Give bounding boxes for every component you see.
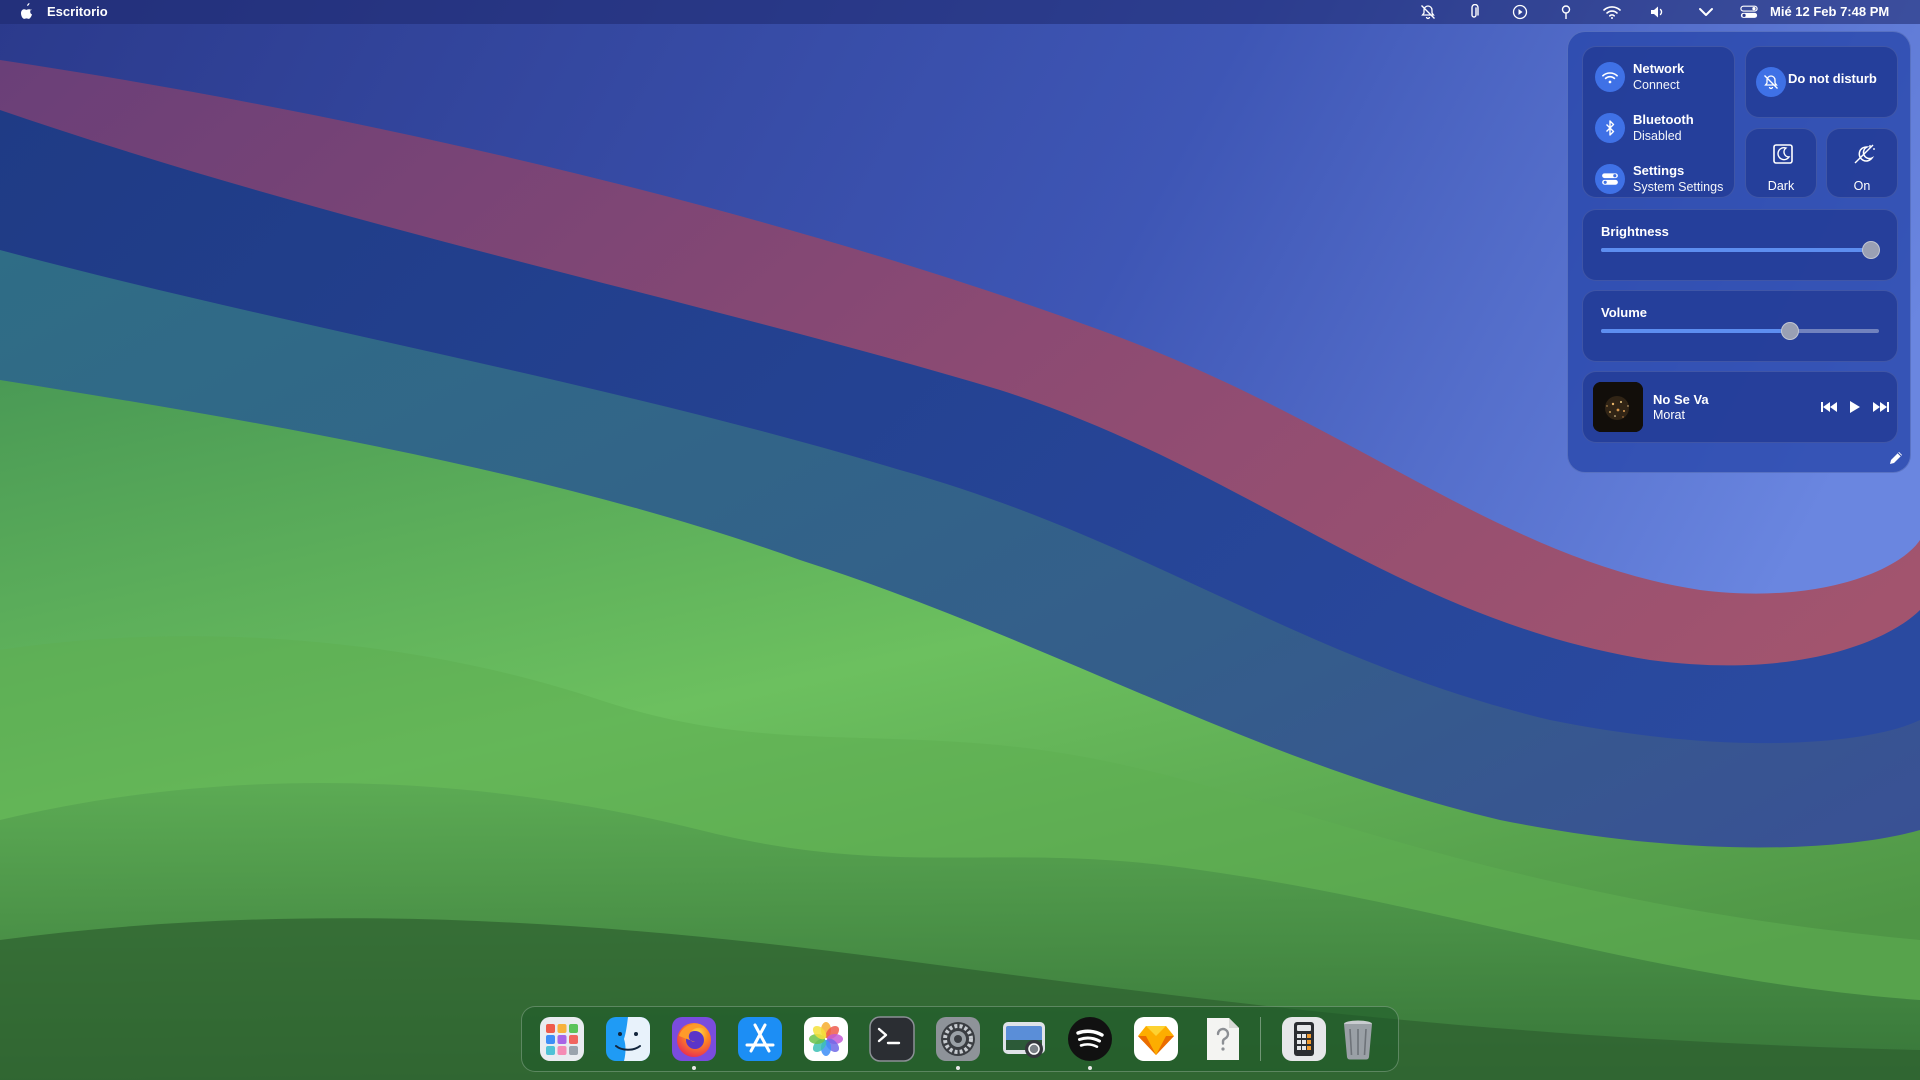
menu-bar-clock[interactable]: Mié 12 Feb 7:48 PM (1770, 4, 1889, 19)
screenshot-icon[interactable] (1001, 1016, 1047, 1062)
dark-mode-icon (1772, 143, 1794, 165)
volume-slider[interactable] (1601, 322, 1879, 340)
paperclip-icon[interactable] (1465, 3, 1483, 21)
menu-bar: Escritorio Mié 12 Feb 7:48 PM (0, 0, 1920, 24)
previous-track-icon[interactable] (1820, 398, 1838, 416)
apple-logo-icon[interactable] (18, 3, 34, 21)
photos-icon[interactable] (803, 1016, 849, 1062)
bluetooth-toggle[interactable]: Bluetooth Disabled (1595, 108, 1745, 148)
settings-shortcut[interactable]: Settings System Settings (1595, 159, 1745, 199)
now-playing-widget: No Se Va Morat (1582, 371, 1898, 443)
connectivity-tile: Network Connect Bluetooth Disabled Setti… (1582, 46, 1735, 198)
network-status: Connect (1633, 78, 1680, 92)
network-title: Network (1633, 61, 1685, 76)
settings-subtitle: System Settings (1633, 180, 1724, 194)
dock (521, 1006, 1399, 1072)
trash-icon[interactable] (1335, 1016, 1381, 1062)
volume-control: Volume (1582, 290, 1898, 362)
volume-slider-fill (1601, 329, 1791, 333)
pencil-icon[interactable] (1888, 450, 1904, 466)
do-not-disturb-toggle[interactable]: Do not disturb (1745, 46, 1898, 118)
bluetooth-title: Bluetooth (1633, 112, 1694, 127)
track-artist: Morat (1653, 408, 1685, 422)
system-settings-running-indicator (956, 1066, 960, 1070)
finder-icon[interactable] (605, 1016, 651, 1062)
location-pin-icon[interactable] (1557, 3, 1575, 21)
terminal-icon[interactable] (869, 1016, 915, 1062)
active-app-name[interactable]: Escritorio (47, 4, 108, 19)
spotify-running-indicator (1088, 1066, 1092, 1070)
bluetooth-icon (1595, 113, 1625, 143)
system-settings-icon[interactable] (935, 1016, 981, 1062)
calculator-icon[interactable] (1281, 1016, 1327, 1062)
bluetooth-status: Disabled (1633, 129, 1682, 143)
brightness-slider[interactable] (1601, 241, 1880, 259)
control-center-panel: Network Connect Bluetooth Disabled Setti… (1567, 31, 1911, 473)
do-not-disturb-label: Do not disturb (1788, 71, 1877, 86)
brightness-slider-knob[interactable] (1861, 241, 1880, 259)
settings-title: Settings (1633, 163, 1685, 178)
dock-separator (1260, 1017, 1261, 1061)
volume-label: Volume (1601, 305, 1647, 320)
desktop: Escritorio Mié 12 Feb 7:48 PM Network Co… (0, 0, 1920, 1080)
brightness-slider-fill (1601, 248, 1871, 252)
night-light-icon (1852, 143, 1876, 165)
volume-slider-knob[interactable] (1781, 322, 1800, 340)
network-toggle[interactable]: Network Connect (1595, 57, 1745, 97)
chevron-down-icon[interactable] (1697, 3, 1715, 21)
night-light-toggle[interactable]: On (1826, 128, 1898, 198)
launchpad-icon[interactable] (539, 1016, 585, 1062)
album-art[interactable] (1593, 382, 1643, 432)
track-title: No Se Va (1653, 392, 1709, 407)
play-circle-icon[interactable] (1511, 3, 1529, 21)
night-light-label: On (1853, 179, 1871, 193)
firefox-running-indicator (692, 1066, 696, 1070)
dark-mode-label: Dark (1767, 179, 1795, 193)
firefox-icon[interactable] (671, 1016, 717, 1062)
sketch-icon[interactable] (1133, 1016, 1179, 1062)
control-center-icon[interactable] (1740, 3, 1758, 21)
toggle-icon (1595, 164, 1625, 194)
wifi-icon (1595, 62, 1625, 92)
help-document-icon[interactable] (1199, 1016, 1245, 1062)
notifications-off-icon (1756, 67, 1786, 97)
wifi-icon[interactable] (1603, 3, 1621, 21)
volume-icon[interactable] (1649, 3, 1667, 21)
play-icon[interactable] (1846, 398, 1864, 416)
next-track-icon[interactable] (1872, 398, 1890, 416)
notifications-off-icon[interactable] (1419, 3, 1437, 21)
dark-mode-toggle[interactable]: Dark (1745, 128, 1817, 198)
app-store-icon[interactable] (737, 1016, 783, 1062)
brightness-label: Brightness (1601, 224, 1669, 239)
brightness-control: Brightness (1582, 209, 1898, 281)
spotify-icon[interactable] (1067, 1016, 1113, 1062)
